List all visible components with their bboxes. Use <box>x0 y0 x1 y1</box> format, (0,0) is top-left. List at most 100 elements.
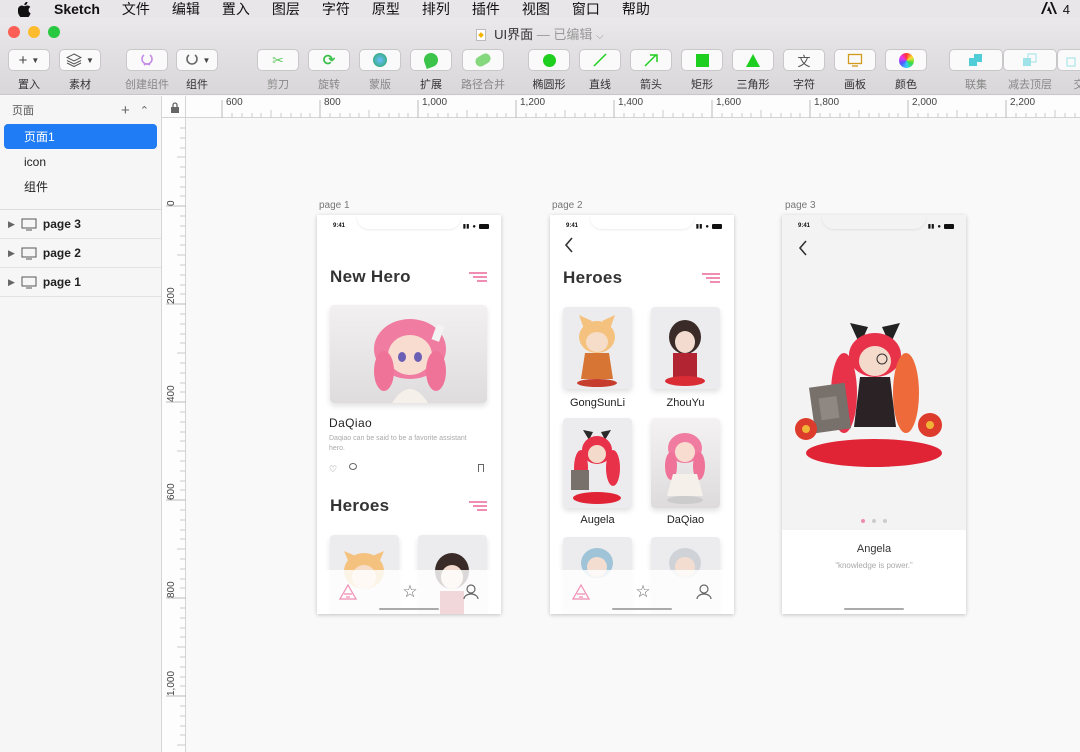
hero-image-daqiao[interactable] <box>330 305 487 403</box>
hero-card-augela[interactable] <box>563 418 632 508</box>
adobe-icon[interactable] <box>1040 1 1057 17</box>
apple-icon[interactable] <box>18 0 40 18</box>
back-arrow-icon[interactable] <box>563 237 575 253</box>
home-tab-icon[interactable] <box>572 584 591 600</box>
menu-view[interactable]: 视图 <box>522 0 550 18</box>
triangle-icon <box>746 53 760 67</box>
back-arrow-icon[interactable] <box>797 240 809 256</box>
symbol-icon <box>185 54 198 65</box>
line-tool[interactable]: 直线 <box>579 49 621 92</box>
lock-icon[interactable] <box>170 102 180 113</box>
pages-header: 页面 + ⌃ <box>0 96 161 124</box>
star-tab-icon[interactable]: ☆ <box>635 582 650 602</box>
add-page-icon[interactable]: + <box>121 102 130 119</box>
menu-layer[interactable]: 图层 <box>272 0 300 18</box>
page-item-1[interactable]: 页面1 <box>4 124 157 149</box>
oval-tool[interactable]: 椭圆形 <box>528 49 570 92</box>
rotate-tool[interactable]: ⟳ 旋转 <box>308 49 350 92</box>
heart-icon[interactable]: ♡ <box>329 464 337 475</box>
disclosure-triangle-icon[interactable]: ▶ <box>8 219 15 230</box>
profile-tab-icon[interactable] <box>462 584 479 600</box>
menu-edit[interactable]: 编辑 <box>172 0 200 18</box>
path-union-icon <box>473 51 493 69</box>
arrow-icon <box>644 54 658 67</box>
carousel-dot[interactable] <box>883 519 887 523</box>
carousel-dot-active[interactable] <box>861 519 865 523</box>
collapse-pages-icon[interactable]: ⌃ <box>140 104 149 119</box>
ruler-label: 2,200 <box>1010 97 1036 108</box>
layer-artboard-page3[interactable]: ▶ page 3 <box>0 210 161 239</box>
menu-window[interactable]: 窗口 <box>572 0 600 18</box>
color-tool[interactable]: 颜色 <box>885 49 927 92</box>
insert-tool[interactable]: + ▼ 置入 <box>8 49 50 92</box>
disclosure-triangle-icon[interactable]: ▶ <box>8 277 15 288</box>
hero-showcase-image[interactable] <box>782 305 966 475</box>
symbols-tool[interactable]: ▼ 组件 <box>176 49 218 92</box>
ruler-corner[interactable] <box>162 96 186 118</box>
artboard-title-page1[interactable]: page 1 <box>319 200 350 211</box>
new-hero-title: New Hero <box>330 267 411 286</box>
disclosure-triangle-icon[interactable]: ▶ <box>8 248 15 259</box>
page-item-icon[interactable]: icon <box>0 149 161 174</box>
artboard-tool[interactable]: 画板 <box>834 49 876 92</box>
home-tab-icon[interactable] <box>339 584 358 600</box>
hero-card-zhouyu[interactable] <box>651 307 720 389</box>
artboard-title-page2[interactable]: page 2 <box>552 200 583 211</box>
bookmark-icon[interactable] <box>478 464 484 472</box>
menu-arrange[interactable]: 排列 <box>422 0 450 18</box>
hero-figure-image <box>665 320 705 386</box>
mask-icon <box>373 53 387 67</box>
menu-app-name[interactable]: Sketch <box>54 0 100 18</box>
layer-artboard-page1[interactable]: ▶ page 1 <box>0 268 161 297</box>
hero-name: Angela <box>856 543 892 555</box>
menu-file[interactable]: 文件 <box>122 0 150 18</box>
carousel-dot[interactable] <box>872 519 876 523</box>
page-item-symbols[interactable]: 组件 <box>0 174 161 199</box>
subtract-tool[interactable]: 减去顶层 <box>1003 49 1057 92</box>
hero-card-daqiao[interactable] <box>651 418 720 508</box>
star-tab-icon[interactable]: ☆ <box>402 582 417 602</box>
menu-icon[interactable] <box>469 501 487 513</box>
assets-tool[interactable]: ▼ 素材 <box>59 49 101 92</box>
menu-insert[interactable]: 置入 <box>222 0 250 18</box>
ruler-label: 1,600 <box>716 97 742 108</box>
profile-tab-icon[interactable] <box>695 584 712 600</box>
hero-card-gongsunli[interactable] <box>563 307 632 389</box>
artboard-page3[interactable]: 9:41 ▮▮ ● Angela “knowledge is power.” <box>782 215 966 614</box>
rectangle-tool[interactable]: 矩形 <box>681 49 723 92</box>
window-title[interactable]: UI界面 — 已编辑 ⌵ <box>0 24 1080 43</box>
menu-icon[interactable] <box>702 273 720 285</box>
document-name: UI界面 <box>494 27 534 42</box>
menu-help[interactable]: 帮助 <box>622 0 650 18</box>
expand-tool[interactable]: 扩展 <box>410 49 452 92</box>
ruler-label: 1,000 <box>422 97 448 108</box>
horizontal-ruler[interactable]: 600 800 1,000 1,200 1,400 1,600 1,800 2,… <box>162 96 1080 118</box>
layer-artboard-page2[interactable]: ▶ page 2 <box>0 239 161 268</box>
artboard-page1[interactable]: 9:41 ▮▮ ● New Hero DaQiao Daqiao can be … <box>317 215 501 614</box>
artboard-icon <box>847 53 863 67</box>
ruler-label: 800 <box>166 581 177 598</box>
mask-tool[interactable]: 蒙版 <box>359 49 401 92</box>
artboard-title-page3[interactable]: page 3 <box>785 200 816 211</box>
arrow-tool[interactable]: 箭头 <box>630 49 672 92</box>
union-tool[interactable]: 联集 <box>949 49 1003 92</box>
create-symbol-tool[interactable]: 创建组件 <box>125 49 169 92</box>
menu-plugins[interactable]: 插件 <box>472 0 500 18</box>
chevron-down-icon: ▼ <box>202 55 211 65</box>
phone-notch <box>590 215 694 229</box>
menubar-count: 4 <box>1062 1 1070 17</box>
text-tool[interactable]: 文 字符 <box>783 49 825 92</box>
vertical-ruler[interactable]: 0 200 400 600 800 1,000 <box>162 118 186 752</box>
scissors-tool[interactable]: ✂ 剪刀 <box>257 49 299 92</box>
triangle-tool[interactable]: 三角形 <box>732 49 774 92</box>
menu-icon[interactable] <box>469 272 487 284</box>
chevron-down-icon[interactable]: ⌵ <box>596 31 604 42</box>
hero-name: DaQiao <box>666 514 705 526</box>
path-union-tool[interactable]: 路径合并 <box>461 49 505 92</box>
menu-text[interactable]: 字符 <box>322 0 350 18</box>
artboard-page2[interactable]: 9:41 ▮▮ ● Heroes GongSunLi ZhouYu Augela… <box>550 215 734 614</box>
carousel-dots[interactable] <box>861 519 887 523</box>
comment-icon[interactable] <box>349 463 357 470</box>
intersect-tool[interactable]: 交 <box>1057 49 1080 92</box>
menu-prototype[interactable]: 原型 <box>372 0 400 18</box>
